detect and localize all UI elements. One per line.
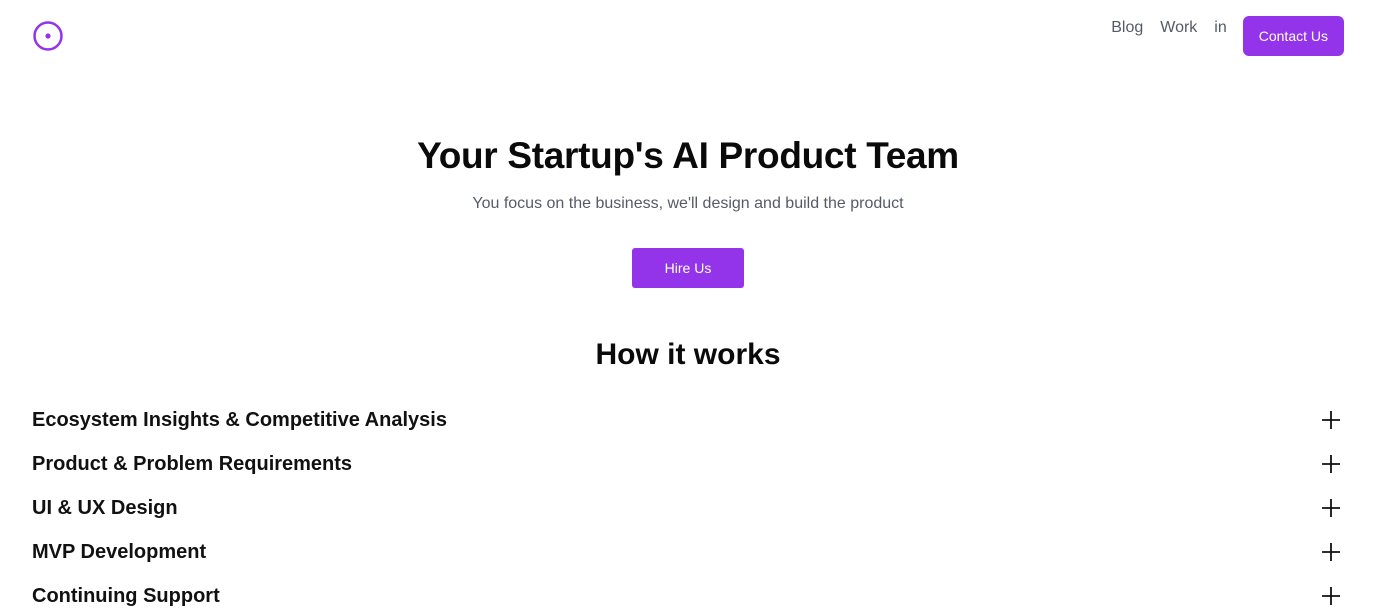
plus-icon[interactable] <box>1321 542 1341 562</box>
hero-title: Your Startup's AI Product Team <box>417 135 959 176</box>
top-nav: Blog Work in Contact Us <box>1111 16 1344 56</box>
hire-us-button[interactable]: Hire Us <box>632 248 744 288</box>
nav-link-work[interactable]: Work <box>1160 16 1197 40</box>
plus-icon[interactable] <box>1321 586 1341 606</box>
contact-us-button[interactable]: Contact Us <box>1242 16 1344 56</box>
accordion-item-ecosystem-insights[interactable]: Ecosystem Insights & Competitive Analysi… <box>32 398 1344 442</box>
accordion-item-label: Product & Problem Requirements <box>32 453 353 475</box>
accordion-item-label: UI & UX Design <box>32 497 178 519</box>
plus-icon[interactable] <box>1321 410 1341 430</box>
accordion-item-label: Ecosystem Insights & Competitive Analysi… <box>32 409 447 431</box>
linkedin-icon[interactable]: in <box>1214 16 1226 40</box>
how-it-works-title: How it works <box>595 338 781 371</box>
accordion-item-ui-ux-design[interactable]: UI & UX Design <box>32 486 1344 530</box>
accordion-item-mvp-development[interactable]: MVP Development <box>32 530 1344 574</box>
accordion-item-continuing-support[interactable]: Continuing Support <box>32 574 1344 608</box>
how-it-works-accordion: Ecosystem Insights & Competitive Analysi… <box>32 398 1344 608</box>
accordion-item-product-requirements[interactable]: Product & Problem Requirements <box>32 442 1344 486</box>
hero-subtitle: You focus on the business, we'll design … <box>472 195 904 212</box>
accordion-item-label: MVP Development <box>32 541 207 563</box>
nav-link-blog[interactable]: Blog <box>1111 16 1143 40</box>
accordion-item-label: Continuing Support <box>32 585 220 607</box>
plus-icon[interactable] <box>1321 454 1341 474</box>
circle-dot-icon[interactable] <box>32 20 64 52</box>
plus-icon[interactable] <box>1321 498 1341 518</box>
